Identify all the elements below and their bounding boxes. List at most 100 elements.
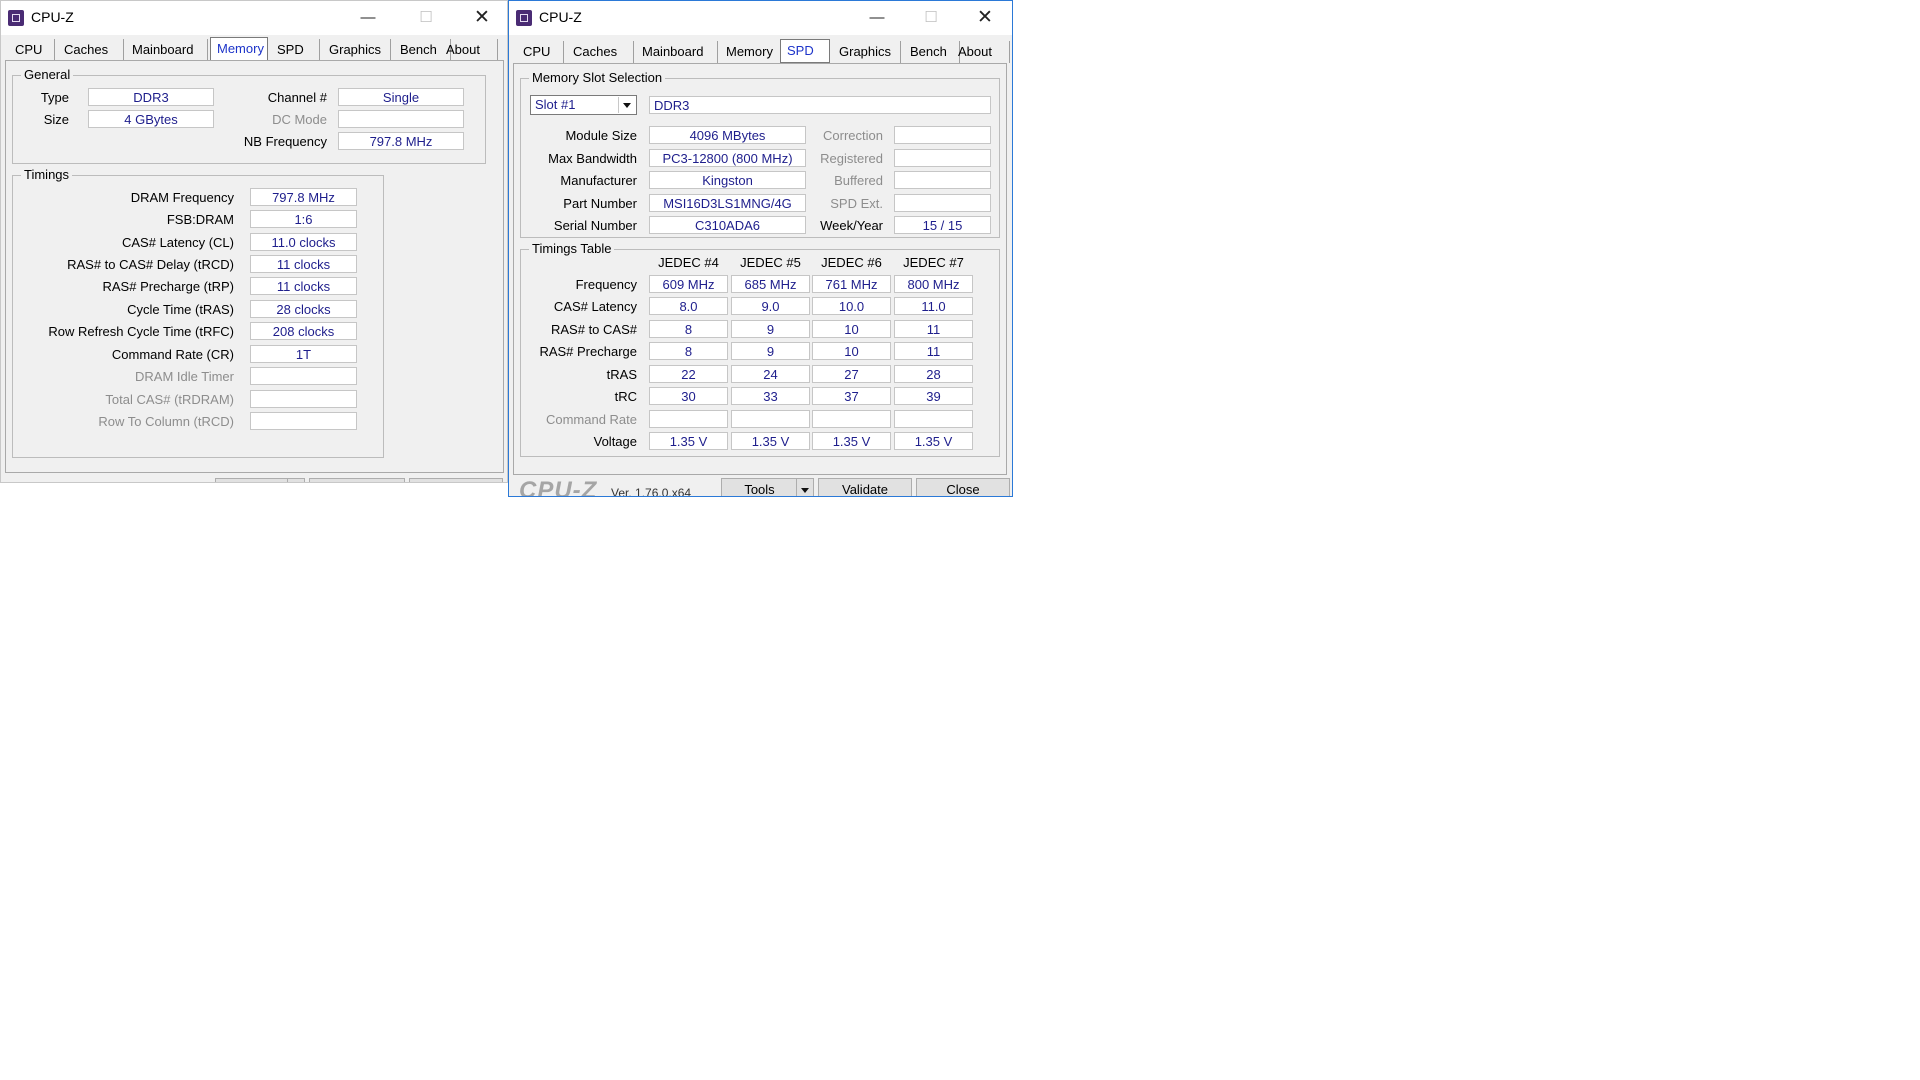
chevron-down-icon[interactable]: [287, 479, 304, 482]
timing-label: Row Refresh Cycle Time (tRFC): [48, 324, 234, 339]
table-cell: 1.35 V: [649, 432, 728, 450]
timing-label: RAS# Precharge (tRP): [102, 279, 235, 294]
timing-label: Command Rate (CR): [111, 347, 234, 362]
title-bar[interactable]: CPU-Z — ☐ ✕: [1, 1, 507, 35]
tab-memory[interactable]: Memory: [210, 37, 268, 61]
buffered-label: Buffered: [834, 173, 883, 188]
slot-type-value: DDR3: [649, 96, 991, 114]
timing-value: [250, 390, 357, 408]
channel-value: Single: [338, 88, 464, 106]
size-value: 4 GBytes: [88, 110, 214, 128]
tab-graphics[interactable]: Graphics: [323, 39, 391, 61]
week-year-value: 15 / 15: [894, 216, 991, 234]
row-label: Voltage: [593, 434, 637, 449]
title-bar[interactable]: CPU-Z — ☐ ✕: [509, 1, 1012, 35]
table-cell: 30: [649, 387, 728, 405]
spd-ext-value: [894, 194, 991, 212]
tools-button[interactable]: Tools: [721, 478, 814, 497]
table-cell: 37: [812, 387, 891, 405]
timing-label: DRAM Idle Timer: [135, 369, 234, 384]
timing-value: [250, 367, 357, 385]
table-cell: 28: [894, 365, 973, 383]
tools-button[interactable]: Tools: [215, 478, 305, 482]
correction-value: [894, 126, 991, 144]
maximize-button[interactable]: ☐: [403, 1, 449, 34]
cpuz-app-icon: [8, 10, 24, 26]
timing-value: 11.0 clocks: [250, 233, 357, 251]
chevron-down-icon[interactable]: [796, 479, 813, 496]
tab-about[interactable]: About: [952, 41, 1010, 63]
row-label: Frequency: [575, 277, 637, 292]
max-bandwidth-value: PC3-12800 (800 MHz): [649, 149, 806, 167]
validate-button[interactable]: Validate: [818, 478, 912, 496]
close-button[interactable]: Close: [409, 478, 503, 482]
cpuz-logo: CPU-Z: [11, 478, 89, 482]
tab-about[interactable]: About: [440, 39, 498, 61]
row-label: tRAS: [606, 367, 637, 382]
minimize-button[interactable]: —: [854, 1, 900, 34]
table-cell: 27: [812, 365, 891, 383]
timing-value: 1:6: [250, 210, 357, 228]
timings-group-title: Timings: [21, 167, 73, 182]
close-window-button[interactable]: ✕: [459, 1, 505, 34]
tab-graphics[interactable]: Graphics: [833, 41, 901, 63]
buffered-value: [894, 171, 991, 189]
week-year-label: Week/Year: [820, 218, 883, 233]
general-group: General Type DDR3 Size 4 GBytes Channel …: [12, 67, 486, 164]
timing-label: Row To Column (tRCD): [98, 414, 234, 429]
tab-spd[interactable]: SPD: [780, 39, 830, 63]
table-cell: 10.0: [812, 297, 891, 315]
row-label: CAS# Latency: [553, 299, 637, 314]
spd-ext-label: SPD Ext.: [830, 196, 883, 211]
table-cell: 24: [731, 365, 810, 383]
tools-button-label: Tools: [744, 482, 775, 497]
table-cell: 609 MHz: [649, 275, 728, 293]
table-cell: 8: [649, 320, 728, 338]
row-label: tRC: [614, 389, 637, 404]
minimize-button[interactable]: —: [345, 1, 391, 34]
footer-bar: CPU-Z Tools Validate Close: [1, 476, 507, 482]
manufacturer-value: Kingston: [649, 171, 806, 189]
cpuz-app-icon: [516, 10, 532, 26]
table-cell: [812, 410, 891, 428]
timing-label: CAS# Latency (CL): [122, 235, 234, 250]
table-cell: [731, 410, 810, 428]
table-cell: [649, 410, 728, 428]
tab-spd[interactable]: SPD: [271, 39, 320, 61]
dc-mode-value: [338, 110, 464, 128]
general-group-title: General: [21, 67, 74, 82]
chevron-down-icon[interactable]: [618, 97, 635, 113]
maximize-button[interactable]: ☐: [908, 1, 954, 34]
row-label: RAS# Precharge: [539, 344, 637, 359]
manufacturer-label: Manufacturer: [560, 173, 637, 188]
timings-group: Timings DRAM Frequency 797.8 MHz FSB:DRA…: [12, 167, 384, 458]
tab-caches[interactable]: Caches: [58, 39, 124, 61]
table-cell: 11.0: [894, 297, 973, 315]
tab-cpu[interactable]: CPU: [517, 41, 564, 63]
timing-value: 11 clocks: [250, 255, 357, 273]
table-cell: 9.0: [731, 297, 810, 315]
tab-mainboard[interactable]: Mainboard: [636, 41, 718, 63]
part-number-value: MSI16D3LS1MNG/4G: [649, 194, 806, 212]
table-cell: 1.35 V: [812, 432, 891, 450]
memory-slot-group: Memory Slot Selection Slot #1 DDR3 Modul…: [520, 70, 1000, 238]
close-window-button[interactable]: ✕: [962, 1, 1008, 34]
tab-mainboard[interactable]: Mainboard: [126, 39, 208, 61]
row-label: RAS# to CAS#: [551, 322, 637, 337]
timing-value: 11 clocks: [250, 277, 357, 295]
tab-caches[interactable]: Caches: [567, 41, 634, 63]
timing-value: 208 clocks: [250, 322, 357, 340]
table-cell: 9: [731, 342, 810, 360]
size-label: Size: [43, 112, 69, 127]
memory-slot-group-title: Memory Slot Selection: [529, 70, 666, 85]
tab-memory[interactable]: Memory: [720, 41, 783, 63]
tab-cpu[interactable]: CPU: [9, 39, 55, 61]
window-title: CPU-Z: [539, 9, 582, 25]
column-header: JEDEC #7: [903, 255, 964, 270]
validate-button[interactable]: Validate: [309, 478, 405, 482]
timing-value: 28 clocks: [250, 300, 357, 318]
close-button[interactable]: Close: [916, 478, 1010, 496]
slot-select-value: Slot #1: [535, 97, 576, 112]
slot-select[interactable]: Slot #1: [530, 95, 637, 115]
table-cell: 1.35 V: [894, 432, 973, 450]
